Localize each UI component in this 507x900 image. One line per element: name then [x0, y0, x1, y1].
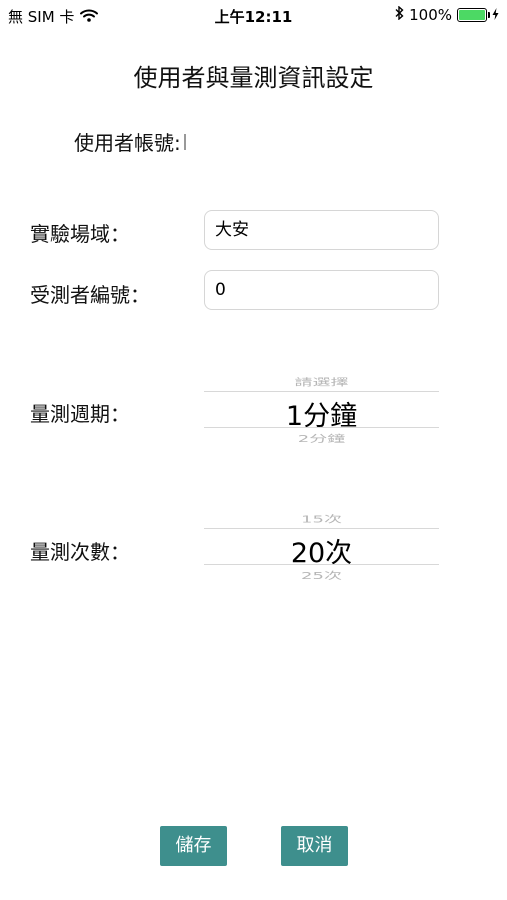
charging-icon: [492, 6, 499, 24]
account-row: 使用者帳號:: [74, 127, 186, 156]
period-label: 量測週期：: [30, 402, 130, 426]
status-bar: 無 SIM 卡 上午12:11 100%: [0, 0, 507, 30]
text-cursor: [183, 133, 186, 150]
cancel-button[interactable]: 取消: [281, 826, 348, 866]
battery-icon: [457, 8, 490, 22]
period-option-below[interactable]: 2分鐘: [204, 431, 439, 445]
site-label: 實驗場域：: [30, 222, 130, 246]
account-label: 使用者帳號:: [74, 131, 181, 155]
count-option-above[interactable]: 15次: [204, 512, 439, 526]
count-option-below[interactable]: 25次: [204, 568, 439, 582]
save-button[interactable]: 儲存: [160, 826, 227, 866]
subject-input[interactable]: 0: [204, 270, 439, 310]
period-option-above[interactable]: 請選擇: [204, 375, 439, 389]
count-label: 量測次數：: [30, 540, 130, 564]
page-title: 使用者與量測資訊設定: [133, 64, 374, 92]
bluetooth-icon: [395, 5, 404, 24]
site-input[interactable]: 大安: [204, 210, 439, 250]
subject-label: 受測者編號：: [30, 283, 150, 307]
battery-percent: 100%: [409, 6, 452, 24]
status-right: 100%: [395, 5, 499, 24]
count-picker[interactable]: 15次 20次 25次: [204, 502, 439, 592]
period-picker[interactable]: 請選擇 1分鐘 2分鐘: [204, 365, 439, 455]
battery-level: [459, 10, 485, 20]
